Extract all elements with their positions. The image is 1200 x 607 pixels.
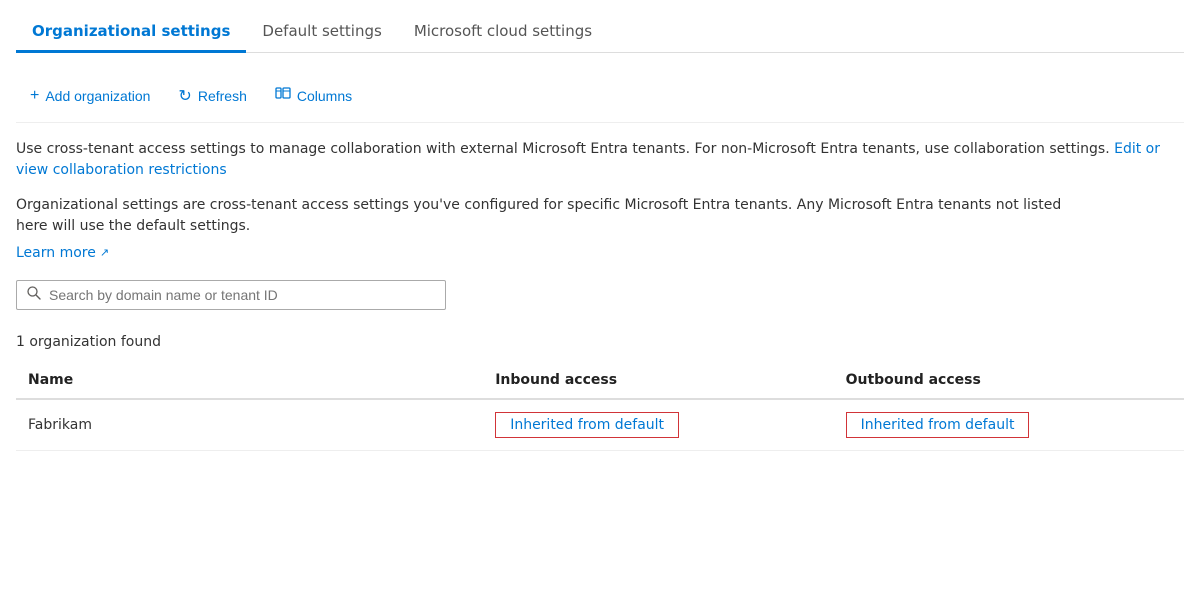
inbound-access-cell: Inherited from default — [483, 399, 833, 451]
tab-default-settings[interactable]: Default settings — [246, 12, 397, 53]
refresh-icon: ↻ — [178, 86, 191, 106]
inbound-inherited-link[interactable]: Inherited from default — [495, 412, 679, 438]
learn-more-link[interactable]: Learn more ↗ — [16, 243, 109, 264]
tab-ms-cloud-settings[interactable]: Microsoft cloud settings — [398, 12, 608, 53]
results-count: 1 organization found — [16, 334, 1184, 350]
outbound-access-cell: Inherited from default — [834, 399, 1184, 451]
plus-icon: + — [30, 87, 39, 105]
table-header-row: Name Inbound access Outbound access — [16, 362, 1184, 399]
col-header-inbound: Inbound access — [483, 362, 833, 399]
org-name-cell: Fabrikam — [16, 399, 483, 451]
tabs-bar: Organizational settings Default settings… — [16, 0, 1184, 53]
tab-org-settings[interactable]: Organizational settings — [16, 12, 246, 53]
outbound-inherited-link[interactable]: Inherited from default — [846, 412, 1030, 438]
columns-button[interactable]: Columns — [261, 79, 366, 112]
search-icon — [27, 286, 41, 304]
table-row: Fabrikam Inherited from default Inherited … — [16, 399, 1184, 451]
col-header-name: Name — [16, 362, 483, 399]
refresh-button[interactable]: ↻ Refresh — [164, 80, 260, 112]
info-text-block-2: Organizational settings are cross-tenant… — [16, 195, 1184, 264]
col-header-outbound: Outbound access — [834, 362, 1184, 399]
search-input[interactable] — [49, 287, 435, 303]
info-text-block: Use cross-tenant access settings to mana… — [16, 139, 1184, 181]
search-box — [16, 280, 446, 310]
columns-icon — [275, 85, 291, 106]
organizations-table: Name Inbound access Outbound access Fabr… — [16, 362, 1184, 451]
add-organization-button[interactable]: + Add organization — [16, 81, 164, 111]
external-link-icon: ↗ — [100, 245, 109, 262]
toolbar: + Add organization ↻ Refresh Columns — [16, 69, 1184, 123]
search-container — [16, 280, 1184, 310]
